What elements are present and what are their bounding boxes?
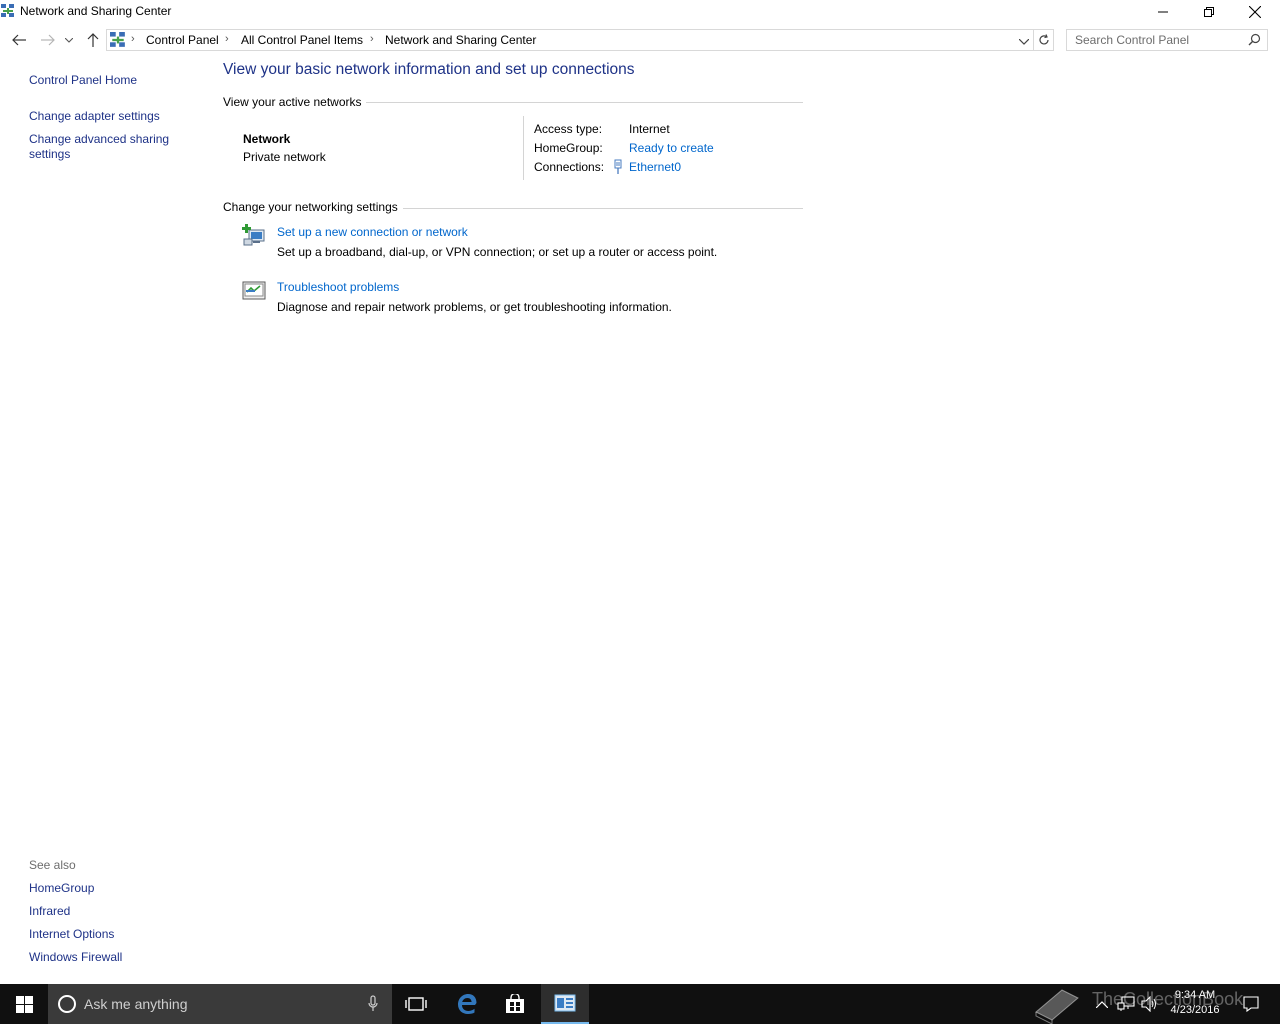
control-panel-icon	[110, 32, 126, 51]
refresh-button[interactable]	[1034, 29, 1054, 51]
see-also-internet-options-link[interactable]: Internet Options	[29, 927, 114, 942]
change-advanced-sharing-link[interactable]: Change advanced sharing settings	[29, 132, 169, 162]
cortana-placeholder: Ask me anything	[84, 996, 188, 1012]
refresh-icon	[1038, 34, 1049, 45]
page-title: View your basic network information and …	[223, 61, 635, 78]
cortana-icon	[58, 995, 76, 1013]
breadcrumb-control-panel[interactable]: Control Panel	[146, 33, 219, 47]
active-networks-heading: View your active networks	[223, 95, 362, 109]
up-button[interactable]	[83, 30, 103, 50]
window-title: Network and Sharing Center	[20, 4, 172, 18]
forward-button[interactable]	[38, 30, 58, 50]
networking-settings-heading: Change your networking settings	[223, 200, 398, 214]
navigation-bar: › Control Panel › All Control Panel Item…	[0, 26, 1280, 54]
control-panel-icon	[554, 994, 576, 1012]
restore-button[interactable]	[1186, 0, 1232, 24]
back-arrow-icon	[12, 34, 26, 46]
section-divider	[403, 208, 803, 209]
book-logo-icon	[1035, 989, 1079, 1024]
minimize-button[interactable]	[1140, 0, 1186, 24]
advanced-sharing-line-1: Change advanced sharing	[29, 132, 170, 146]
chevron-right-icon: ›	[131, 33, 135, 45]
control-panel-home-link[interactable]: Control Panel Home	[29, 73, 137, 88]
chevron-right-icon: ›	[225, 33, 229, 45]
restore-icon	[1204, 7, 1214, 17]
new-connection-icon	[242, 223, 266, 247]
notifications-icon	[1243, 996, 1259, 1012]
clock-time: 9:34 AM	[1174, 989, 1216, 1001]
clock-date: 4/23/2016	[1170, 1004, 1220, 1016]
setup-new-connection-link[interactable]: Set up a new connection or network	[277, 225, 468, 239]
troubleshoot-problems-description: Diagnose and repair network problems, or…	[277, 300, 672, 314]
chevron-down-icon	[65, 37, 73, 43]
see-also-heading: See also	[29, 858, 76, 872]
back-button[interactable]	[9, 30, 29, 50]
forward-arrow-icon	[41, 34, 55, 46]
network-center-icon	[1, 4, 15, 18]
homegroup-label: HomeGroup:	[534, 141, 603, 155]
ethernet-connection-link[interactable]: Ethernet0	[629, 160, 681, 174]
troubleshoot-icon	[242, 279, 266, 303]
speaker-icon	[1141, 996, 1156, 1012]
minimize-icon	[1158, 11, 1168, 13]
start-button[interactable]	[0, 984, 48, 1024]
action-center-button[interactable]	[1240, 984, 1262, 1024]
address-dropdown-button[interactable]	[1018, 34, 1030, 48]
cortana-search-box[interactable]: Ask me anything	[48, 984, 392, 1024]
breadcrumb-network-center[interactable]: Network and Sharing Center	[385, 33, 536, 47]
volume-tray-button[interactable]	[1140, 984, 1160, 1024]
breadcrumb-all-items[interactable]: All Control Panel Items	[241, 33, 363, 47]
network-name: Network	[243, 132, 291, 146]
network-divider	[523, 116, 524, 180]
section-divider	[366, 102, 803, 103]
ethernet-icon	[612, 159, 624, 178]
microphone-icon[interactable]	[368, 995, 378, 1015]
up-arrow-icon	[87, 33, 99, 47]
taskbar: Ask me anything TheCollectionBook 9:34 A…	[0, 984, 1280, 1024]
network-type: Private network	[243, 150, 326, 164]
edge-browser-button[interactable]	[443, 984, 491, 1024]
search-box	[1066, 29, 1268, 51]
access-type-label: Access type:	[534, 122, 603, 136]
network-tray-icon	[1117, 996, 1135, 1011]
homegroup-link[interactable]: Ready to create	[629, 141, 714, 155]
connections-label: Connections:	[534, 160, 605, 174]
chevron-right-icon: ›	[370, 33, 374, 45]
title-bar: Network and Sharing Center	[0, 0, 1280, 24]
recent-locations-button[interactable]	[62, 30, 76, 50]
chevron-down-icon	[1018, 38, 1030, 45]
access-type-value: Internet	[629, 122, 670, 136]
see-also-infrared-link[interactable]: Infrared	[29, 904, 70, 919]
search-input[interactable]	[1067, 30, 1247, 50]
see-also-windows-firewall-link[interactable]: Windows Firewall	[29, 950, 122, 965]
windows-logo-icon	[15, 995, 33, 1013]
task-view-icon	[405, 997, 427, 1011]
address-bar[interactable]: › Control Panel › All Control Panel Item…	[106, 29, 1034, 51]
show-hidden-icons-button[interactable]	[1094, 984, 1110, 1024]
close-icon	[1249, 6, 1261, 18]
task-view-button[interactable]	[392, 984, 440, 1024]
control-panel-taskbar-button[interactable]	[541, 984, 589, 1024]
store-icon	[506, 994, 524, 1013]
store-button[interactable]	[491, 984, 539, 1024]
setup-new-connection-description: Set up a broadband, dial-up, or VPN conn…	[277, 245, 718, 259]
edge-icon	[458, 994, 477, 1014]
close-button[interactable]	[1232, 0, 1278, 24]
advanced-sharing-line-2: settings	[29, 147, 71, 161]
troubleshoot-problems-link[interactable]: Troubleshoot problems	[277, 280, 399, 294]
see-also-homegroup-link[interactable]: HomeGroup	[29, 881, 94, 896]
change-adapter-settings-link[interactable]: Change adapter settings	[29, 109, 160, 124]
chevron-up-icon	[1096, 1000, 1108, 1008]
system-clock[interactable]: 9:34 AM 4/23/2016	[1162, 988, 1228, 1018]
search-icon[interactable]	[1248, 33, 1261, 49]
network-tray-button[interactable]	[1116, 984, 1136, 1024]
